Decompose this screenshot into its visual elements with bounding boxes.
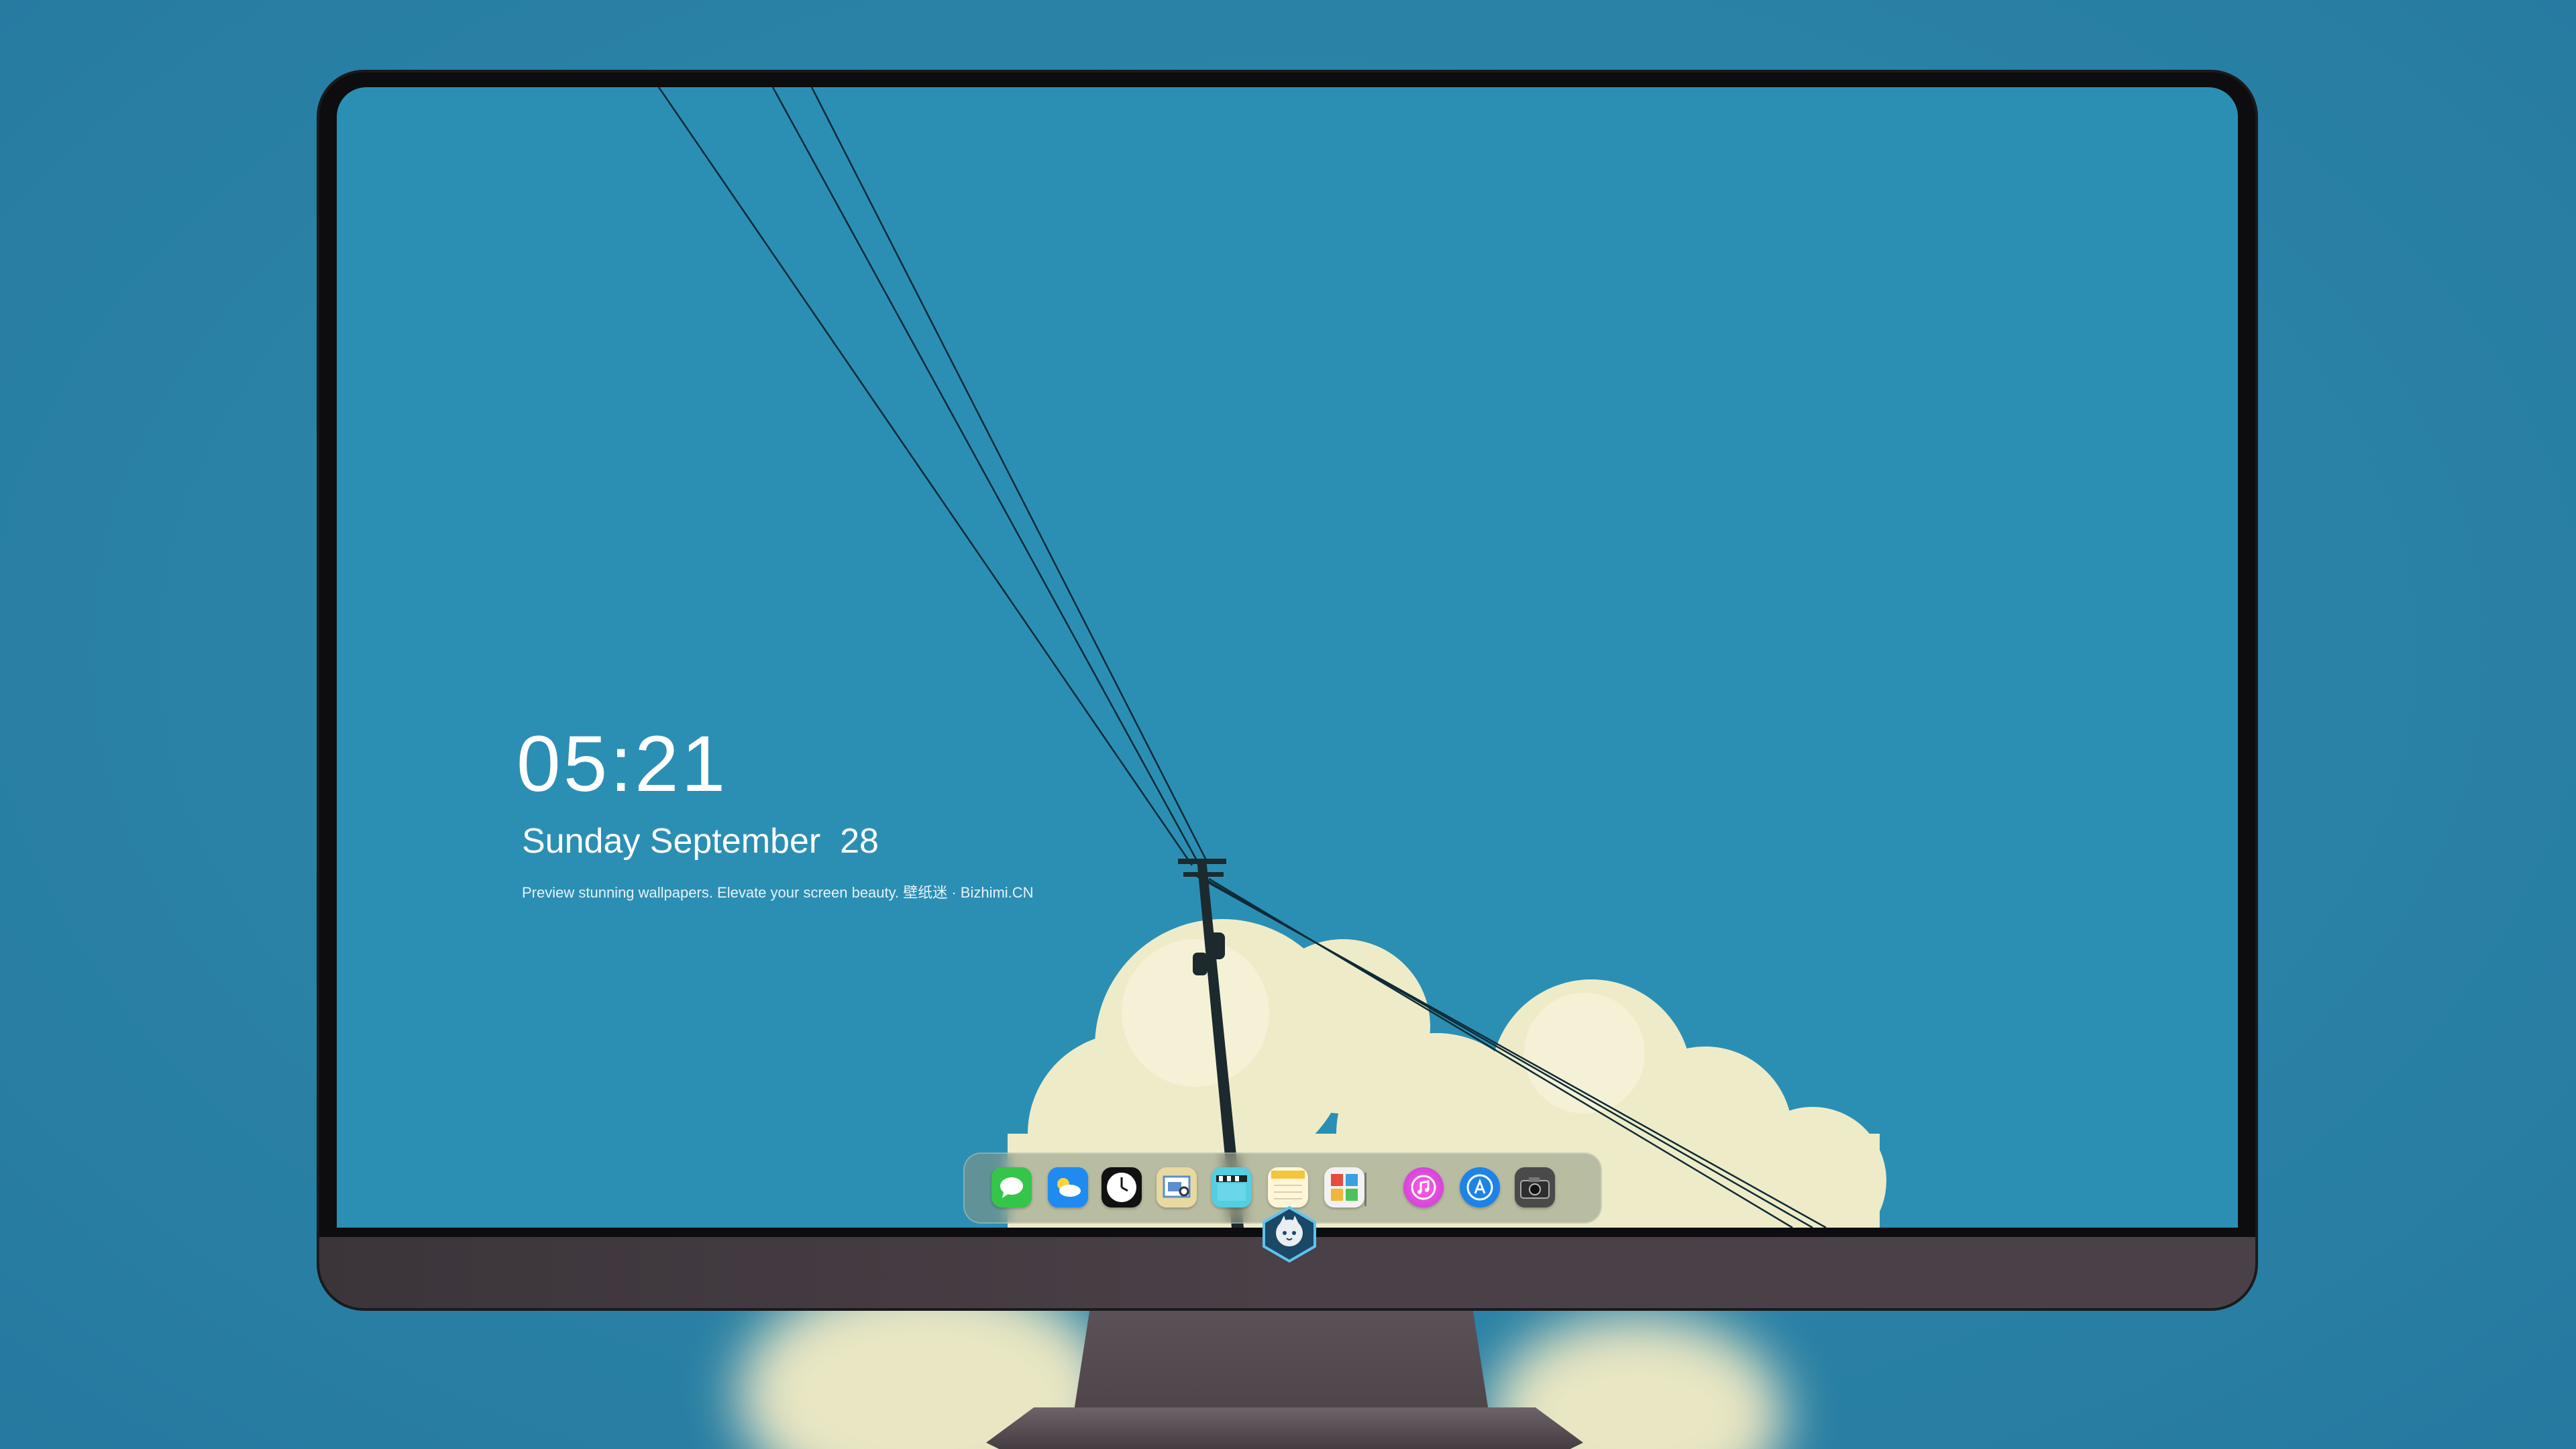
monitor: 05:21 Sunday September 28 Preview stunni… — [319, 72, 2255, 1308]
desktop-background: 05:21 Sunday September 28 Preview stunni… — [0, 0, 2576, 1449]
brand-logo-icon — [1260, 1205, 1319, 1264]
app-store-icon[interactable] — [1460, 1167, 1500, 1208]
monitor-stand-neck — [1073, 1308, 1489, 1415]
video-clapper-icon[interactable] — [1212, 1167, 1252, 1208]
clock-icon[interactable] — [1102, 1167, 1142, 1208]
dock-separator — [1364, 1173, 1366, 1206]
wallpaper-tagline: Preview stunning wallpapers. Elevate you… — [522, 884, 1034, 901]
photo-booth-icon[interactable] — [1324, 1167, 1364, 1208]
wallpaper-illustration — [657, 87, 1886, 1228]
weather-icon[interactable] — [1048, 1167, 1088, 1208]
itunes-icon[interactable] — [1403, 1167, 1444, 1208]
notes-icon[interactable] — [1268, 1167, 1308, 1208]
lockscreen-date: Sunday September 28 — [522, 822, 879, 861]
messages-icon[interactable] — [991, 1167, 1032, 1208]
lockscreen-time: 05:21 — [517, 720, 729, 808]
preview-icon[interactable] — [1157, 1167, 1197, 1208]
camera-icon[interactable] — [1515, 1167, 1555, 1208]
screen: 05:21 Sunday September 28 Preview stunni… — [337, 87, 2238, 1228]
monitor-stand-base — [986, 1407, 1583, 1449]
